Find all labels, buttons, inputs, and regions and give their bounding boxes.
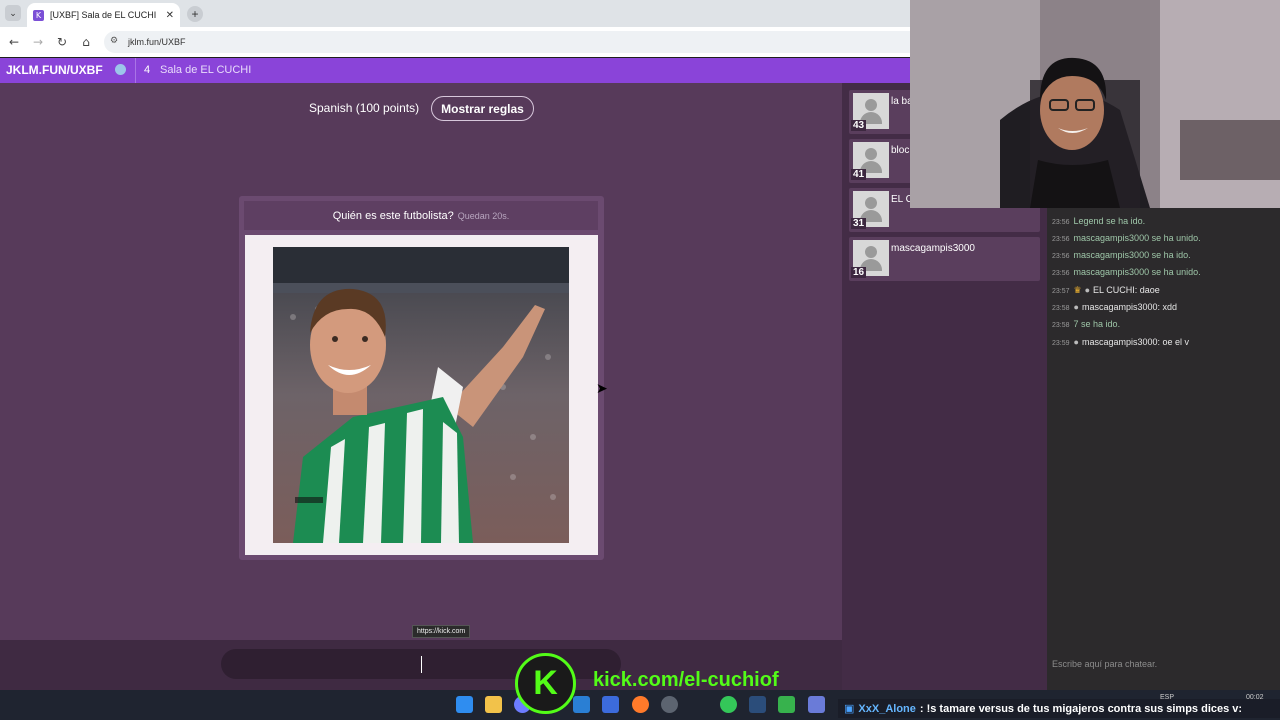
chat-text: 7 se ha ido. [1073,319,1121,329]
chat-message: 23:56 mascagampis3000 se ha ido. [1052,250,1191,260]
player-score: 43 [851,120,867,131]
chat-time: 23:57 [1052,288,1070,295]
tab-title: [UXBF] Sala de EL CUCHI [50,10,157,20]
room-header: JKLM.FUN/UXBF 4 Sala de EL CUCHI [0,58,910,83]
language-indicator: ESP [1160,694,1175,701]
ticker-username: XxX_Alone [858,702,916,715]
back-arrow-icon[interactable]: ← [6,34,22,50]
user-icon: ● [1084,285,1091,295]
player-score: 16 [851,267,867,278]
browser-toolbar: ← → ↻ ⌂ jklm.fun/UXBF ⚙ [0,27,910,57]
reload-icon[interactable]: ↻ [54,34,70,50]
question-text: Quién es este futbolista? [332,209,454,222]
chat-time: 23:59 [1052,340,1070,347]
chat-text: mascagampis3000: xdd [1081,302,1178,312]
player-score: 31 [851,218,867,229]
steam-icon[interactable] [749,696,766,713]
ticker-message: : !s tamare versus de tus migajeros cont… [919,702,1243,715]
kick-channel-url: kick.com/el-cuchiof [593,669,779,691]
file-explorer-icon[interactable] [485,696,502,713]
webcam-overlay [910,0,1280,208]
chat-message: 23:56 mascagampis3000 se ha unido. [1052,267,1201,277]
chat-time: 23:56 [1052,236,1070,243]
question-header: Quién es este futbolista? Quedan 20s. [244,201,598,230]
chat-message: 23:58 ● mascagampis3000: xdd [1052,302,1177,312]
timer-text: Quedan 20s. [457,210,510,221]
chat-text: mascagampis3000: oe el v [1081,337,1190,347]
address-bar[interactable]: jklm.fun/UXBF [104,31,910,53]
site-info-icon[interactable]: ⚙ [110,36,118,46]
player-count: 4 [144,64,151,76]
clock: 00:02 [1245,694,1264,701]
chat-time: 23:56 [1052,270,1070,277]
chat-ticker: ▣ XxX_Alone : !s tamare versus de tus mi… [838,699,1280,718]
browser-tab[interactable]: K [UXBF] Sala de EL CUCHI ✕ [27,3,180,27]
system-tray[interactable]: ESP 00:02 [1160,694,1264,701]
kick-badge-icon: ▣ [844,703,855,715]
vscode-icon[interactable] [573,696,590,713]
chat-input[interactable]: Escribe aquí para chatear. [1047,652,1280,676]
chat-text: Legend se ha ido. [1073,216,1146,226]
room-code[interactable]: JKLM.FUN/UXBF [6,63,103,77]
app-icon[interactable] [602,696,619,713]
app-icon[interactable] [808,696,825,713]
chat-message: 23:57 ♛ ● EL CUCHI: daoe [1052,285,1160,296]
player-score: 41 [851,169,867,180]
chat-message: 23:56 Legend se ha ido. [1052,216,1145,226]
show-rules-button[interactable]: Mostrar reglas [431,96,534,121]
user-icon: ● [1073,302,1079,312]
user-icon: ● [1073,337,1079,347]
new-tab-button[interactable]: + [187,6,203,22]
chat-panel [1047,208,1280,690]
mouse-cursor-icon: ➤ [596,381,608,397]
footballer-photo [273,247,569,543]
chat-message: 23:56 mascagampis3000 se ha unido. [1052,233,1201,243]
windows-start-icon[interactable] [456,696,473,713]
kick-logo: K [515,653,576,714]
chat-text: mascagampis3000 se ha ido. [1073,250,1191,260]
chat-text: EL CUCHI: daoe [1093,285,1160,295]
tab-search-button[interactable]: ⌄ [5,5,21,21]
chat-time: 23:56 [1052,253,1070,260]
whatsapp-icon[interactable] [720,696,737,713]
obs-icon[interactable] [661,696,678,713]
url-text: jklm.fun/UXBF [128,37,186,47]
forward-arrow-icon[interactable]: → [30,34,46,50]
divider [135,58,136,83]
link-tooltip: https://kick.com [412,625,471,638]
crown-icon: ♛ [1073,285,1082,295]
room-name: Sala de EL CUCHI [160,64,252,76]
home-icon[interactable]: ⌂ [78,34,94,50]
player-name: mascagampis3000 [891,243,975,254]
close-icon[interactable]: ✕ [166,10,174,21]
jklm-favicon-icon: K [33,9,44,21]
game-rules-label: Spanish (100 points) [309,101,420,115]
app-icon[interactable] [778,696,795,713]
chat-text: mascagampis3000 se ha unido. [1073,267,1201,277]
player-card[interactable]: 16 mascagampis3000 [849,237,1040,281]
chat-message: 23:58 7 se ha ido. [1052,319,1120,329]
chat-time: 23:56 [1052,219,1070,226]
chat-text: mascagampis3000 se ha unido. [1073,233,1201,243]
chat-time: 23:58 [1052,305,1070,312]
connection-status-icon [115,64,126,75]
firefox-icon[interactable] [632,696,649,713]
chat-time: 23:58 [1052,322,1070,329]
chat-message: 23:59 ● mascagampis3000: oe el v [1052,337,1189,347]
text-caret [421,656,422,673]
